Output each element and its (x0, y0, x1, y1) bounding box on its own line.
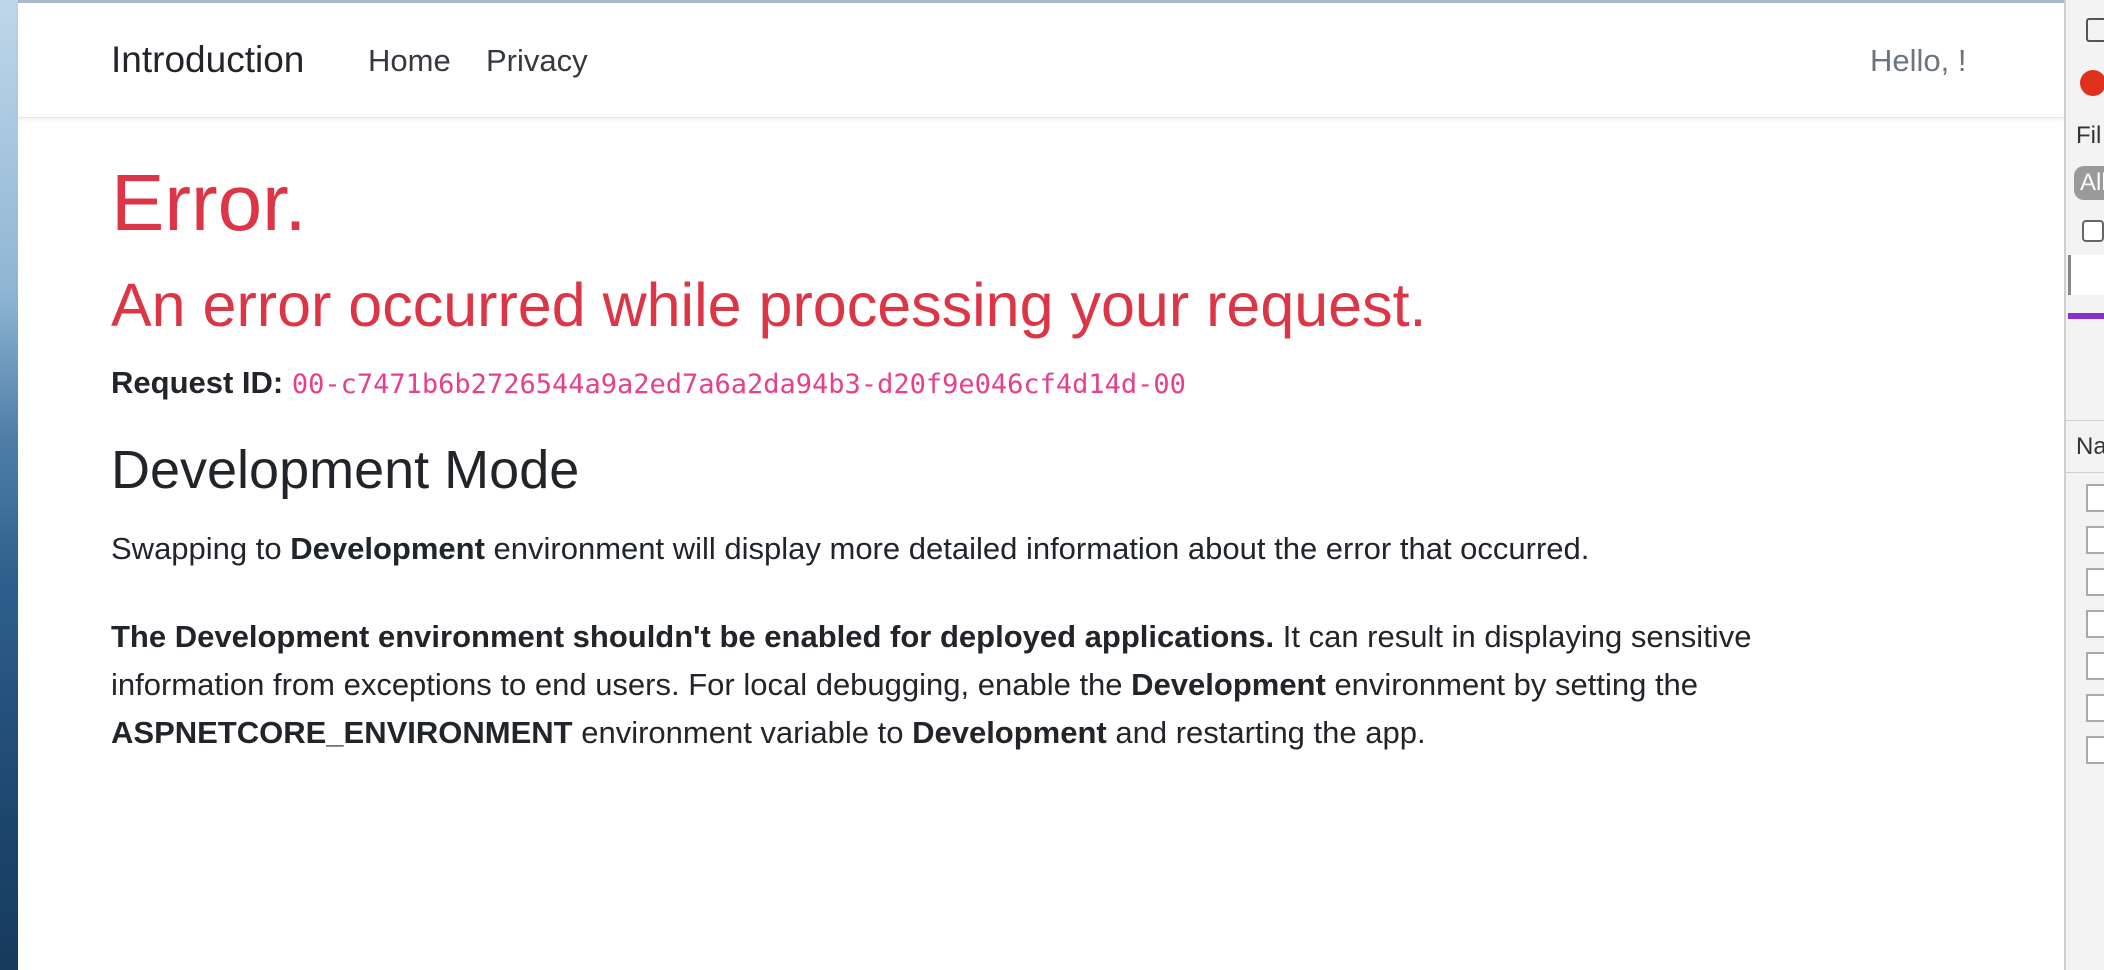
document-icon[interactable] (2086, 610, 2104, 638)
text: and restarting the app. (1106, 715, 1426, 751)
text: environment by setting the (1325, 667, 1699, 703)
record-icon[interactable] (2080, 70, 2104, 96)
divider (2066, 472, 2104, 473)
bold-text: The Development environment shouldn't be… (111, 619, 1275, 655)
navbar: Introduction Home Privacy Hello, ! (18, 3, 2064, 118)
nav-link-home[interactable]: Home (368, 43, 451, 79)
document-icon[interactable] (2086, 694, 2104, 722)
request-id-line: Request ID: 00-c7471b6b2726544a9a2ed7a6a… (111, 364, 2011, 401)
nav-link-privacy[interactable]: Privacy (486, 43, 588, 79)
browser-viewport: Introduction Home Privacy Hello, ! Error… (18, 0, 2064, 970)
development-warning-paragraph: The Development environment shouldn't be… (111, 613, 1911, 757)
document-icon[interactable] (2086, 526, 2104, 554)
document-icon[interactable] (2086, 652, 2104, 680)
text: environment variable to (572, 715, 913, 751)
bold-text: ASPNETCORE_ENVIRONMENT (111, 715, 573, 751)
devtools-input[interactable] (2068, 255, 2104, 295)
bold-text: Development (290, 531, 485, 567)
filter-label: Fil (2076, 122, 2102, 149)
bold-text: Development (912, 715, 1107, 751)
inspect-element-icon[interactable] (2086, 18, 2104, 42)
navbar-brand[interactable]: Introduction (111, 39, 304, 81)
user-greeting: Hello, ! (1870, 43, 1967, 78)
desktop-background (0, 0, 18, 970)
request-id-label: Request ID: (111, 365, 284, 400)
request-id-value: 00-c7471b6b2726544a9a2ed7a6a2da94b3-d20f… (291, 369, 1186, 400)
document-icon[interactable] (2086, 736, 2104, 764)
document-icon[interactable] (2086, 484, 2104, 512)
error-title: Error. (111, 158, 307, 247)
main-content: Error. An error occurred while processin… (111, 163, 2011, 757)
timeline-bar (2068, 313, 2104, 319)
devtools-panel: Fil All Na (2064, 0, 2104, 970)
text: environment will display more detailed i… (484, 531, 1590, 567)
filter-all-pill[interactable]: All (2074, 166, 2104, 200)
error-subtitle: An error occurred while processing your … (111, 271, 1427, 339)
document-icon[interactable] (2086, 568, 2104, 596)
devtools-checkbox[interactable] (2082, 220, 2104, 242)
development-mode-heading: Development Mode (111, 440, 580, 501)
name-column-header[interactable]: Na (2076, 433, 2104, 461)
bold-text: Development (1131, 667, 1326, 703)
divider (2066, 420, 2104, 421)
text: Swapping to (111, 531, 291, 567)
development-info-paragraph: Swapping to Development environment will… (111, 525, 2011, 573)
